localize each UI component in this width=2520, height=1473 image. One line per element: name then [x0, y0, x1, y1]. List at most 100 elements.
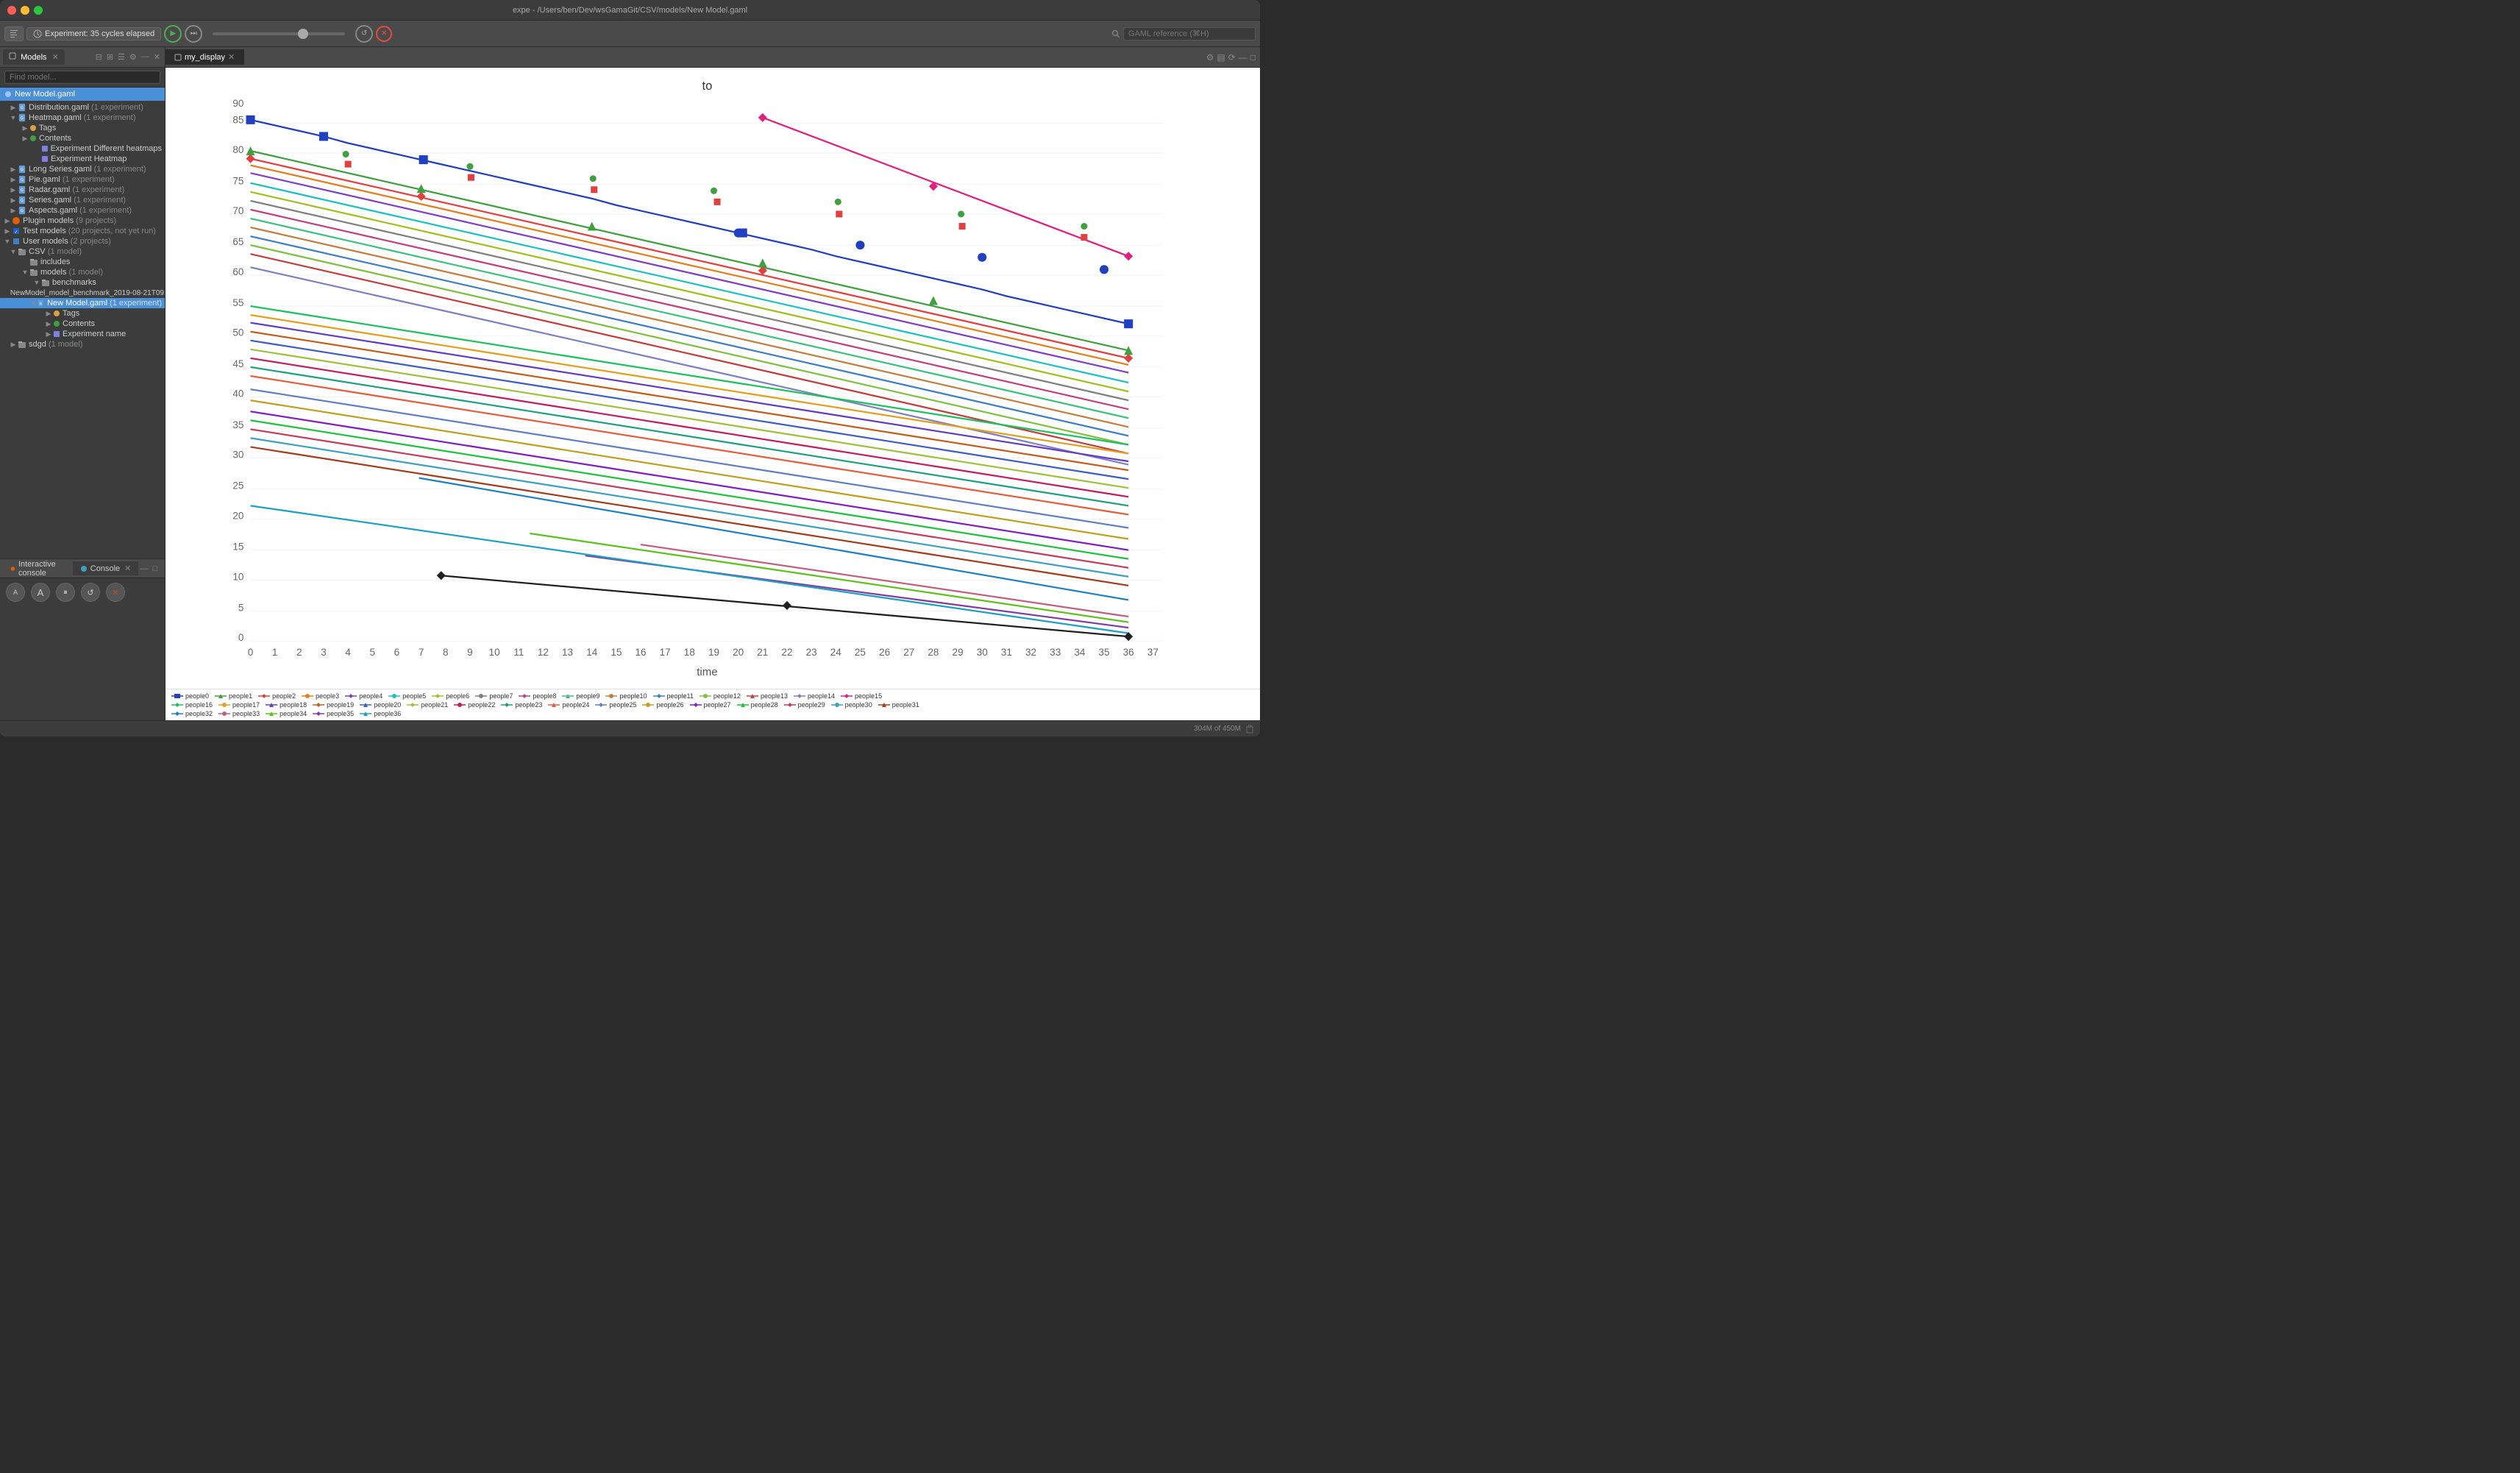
- tree-item-radar[interactable]: ▶ G Radar.gaml (1 experiment): [0, 185, 165, 195]
- tree-item-test-models[interactable]: ▶ ✓ Test models (20 projects, not yet ru…: [0, 226, 165, 236]
- legend-people19: people19: [313, 701, 354, 709]
- legend-people0: people0: [171, 692, 209, 700]
- gaml-search-input[interactable]: [1123, 27, 1256, 40]
- legend-people26: people26: [642, 701, 683, 709]
- tree-item-sdgd[interactable]: ▶ sdgd (1 model): [0, 339, 165, 349]
- svg-text:G: G: [21, 106, 24, 110]
- speed-slider[interactable]: [213, 32, 345, 35]
- my-display-tab[interactable]: my_display ✕: [165, 49, 244, 65]
- clear-btn[interactable]: ✕: [106, 583, 125, 602]
- tag-icon: [29, 124, 37, 132]
- tree-item-pie[interactable]: ▶ G Pie.gaml (1 experiment): [0, 174, 165, 185]
- legend-people4: people4: [345, 692, 382, 700]
- tree-arrow-heatmap: ▼: [9, 114, 18, 121]
- tree-item-contents[interactable]: ▶ Contents: [0, 133, 165, 143]
- tree-item-heatmap[interactable]: ▼ G Heatmap.gaml (1 experiment): [0, 113, 165, 123]
- memory-usage: 304M of 450M: [1194, 725, 1241, 733]
- maximize-button[interactable]: [34, 6, 43, 15]
- svg-text:32: 32: [1025, 647, 1036, 658]
- tree-arrow-tags: ▶: [21, 124, 29, 132]
- nm-exp-name-icon: [53, 330, 60, 338]
- tree-item-nm-tags[interactable]: ▶ Tags: [0, 308, 165, 319]
- minimize-button[interactable]: [21, 6, 29, 15]
- console-tab[interactable]: Console ✕: [73, 561, 139, 575]
- expand-all-icon[interactable]: ⊞: [105, 51, 115, 63]
- tree-item-new-model[interactable]: ▼ G New Model.gaml (1 experiment): [0, 298, 165, 308]
- step-button[interactable]: ⏭: [185, 25, 202, 43]
- tree-item-series[interactable]: ▶ G Series.gaml (1 experiment): [0, 195, 165, 205]
- reload-button[interactable]: ↺: [355, 25, 373, 43]
- pause-btn[interactable]: ⏸: [56, 583, 75, 602]
- tree-item-distribution[interactable]: ▶ G Distribution.gaml (1 experiment): [0, 102, 165, 113]
- tree-arrow-csv: ▼: [9, 248, 18, 255]
- user-icon: [12, 237, 21, 246]
- experiment-status: Experiment: 35 cycles elapsed: [26, 27, 161, 40]
- chart-svg: to 0 5 10 15 20 25 30 35 40 45: [165, 68, 1260, 689]
- tree-item-exp-diff[interactable]: ▶ Experiment Different heatmaps: [0, 143, 165, 154]
- close-button[interactable]: [7, 6, 16, 15]
- svg-text:36: 36: [1123, 647, 1134, 658]
- sync-icon[interactable]: ⟳: [1228, 52, 1236, 63]
- tree-item-includes[interactable]: ▶ includes: [0, 257, 165, 267]
- display-maximize-icon[interactable]: □: [1250, 52, 1256, 63]
- legend-people10: people10: [605, 692, 647, 700]
- tree-item-nm-contents[interactable]: ▶ Contents: [0, 319, 165, 329]
- tree-item-models-folder[interactable]: ▼ models (1 model): [0, 267, 165, 277]
- view-menu-icon[interactable]: ☰: [116, 51, 127, 63]
- model-search-input[interactable]: [4, 71, 160, 84]
- bottom-panel-maximize-icon[interactable]: □: [151, 563, 159, 575]
- interactive-console-tab[interactable]: Interactive console: [3, 558, 73, 580]
- svg-text:13: 13: [562, 647, 573, 658]
- tree-item-nm-exp-name[interactable]: ▶ Experiment name: [0, 329, 165, 339]
- panel-minimize-icon[interactable]: —: [140, 51, 151, 63]
- trash-icon[interactable]: [1245, 725, 1254, 734]
- tree-arrow-aspects: ▶: [9, 207, 18, 215]
- console-icon: [10, 565, 15, 572]
- tree-item-plugin-models[interactable]: ▶ Plugin models (9 projects): [0, 216, 165, 226]
- tree-item-csv-file[interactable]: ▶ CSV NewModel_model_benchmark_2019-08-2…: [0, 288, 165, 298]
- svg-text:85: 85: [232, 114, 243, 125]
- collapse-all-icon[interactable]: ⊟: [94, 51, 104, 63]
- grid-icon[interactable]: ▤: [1217, 52, 1225, 63]
- panel-settings-icon[interactable]: ⚙: [128, 51, 138, 63]
- tree-item-user-models[interactable]: ▼ User models (2 projects): [0, 236, 165, 246]
- tree-arrow-benchmarks: ▼: [32, 279, 41, 286]
- filter-icon[interactable]: ⚙: [1206, 52, 1214, 63]
- play-button[interactable]: ▶: [164, 25, 182, 43]
- svg-text:90: 90: [232, 98, 243, 109]
- svg-text:19: 19: [708, 647, 719, 658]
- svg-text:G: G: [21, 178, 24, 182]
- font-smaller-btn[interactable]: A: [6, 583, 25, 602]
- legend-people5: people5: [388, 692, 426, 700]
- refresh-btn[interactable]: ↺: [81, 583, 100, 602]
- models-tab[interactable]: Models ✕: [3, 49, 65, 65]
- legend-people36: people36: [360, 710, 401, 717]
- svg-text:24: 24: [830, 647, 842, 658]
- tree-item-exp-heatmap[interactable]: ▶ Experiment Heatmap: [0, 154, 165, 164]
- svg-text:G: G: [21, 116, 24, 121]
- font-larger-btn[interactable]: A: [31, 583, 50, 602]
- bottom-panel-minimize-icon[interactable]: —: [138, 563, 149, 575]
- edit-button[interactable]: [4, 26, 24, 41]
- legend-people7: people7: [475, 692, 513, 700]
- legend-people31: people31: [878, 701, 919, 709]
- legend-people11: people11: [653, 692, 694, 700]
- tree-item-aspects[interactable]: ▶ G Aspects.gaml (1 experiment): [0, 205, 165, 216]
- right-panel: my_display ✕ ⚙ ▤ ⟳ — □ to: [165, 47, 1260, 720]
- tree-item-benchmarks[interactable]: ▼ benchmarks: [0, 277, 165, 288]
- svg-text:21: 21: [757, 647, 768, 658]
- svg-text:11: 11: [513, 647, 524, 658]
- stop-button[interactable]: ✕: [376, 26, 392, 42]
- tree-item-csv[interactable]: ▼ CSV (1 model): [0, 246, 165, 257]
- legend-people28: people28: [737, 701, 778, 709]
- tree-item-long-series[interactable]: ▶ G Long Series.gaml (1 experiment): [0, 164, 165, 174]
- file-icon-aspects: G: [18, 206, 26, 215]
- tree-arrow-csv-file: ▶: [3, 289, 8, 297]
- tree-item-tags[interactable]: ▶ Tags: [0, 123, 165, 133]
- legend-people13: people13: [747, 692, 788, 700]
- legend-people29: people29: [784, 701, 825, 709]
- svg-text:31: 31: [1001, 647, 1012, 658]
- display-minimize-icon[interactable]: —: [1239, 52, 1247, 63]
- panel-close-icon[interactable]: ✕: [152, 51, 162, 63]
- svg-text:26: 26: [879, 647, 890, 658]
